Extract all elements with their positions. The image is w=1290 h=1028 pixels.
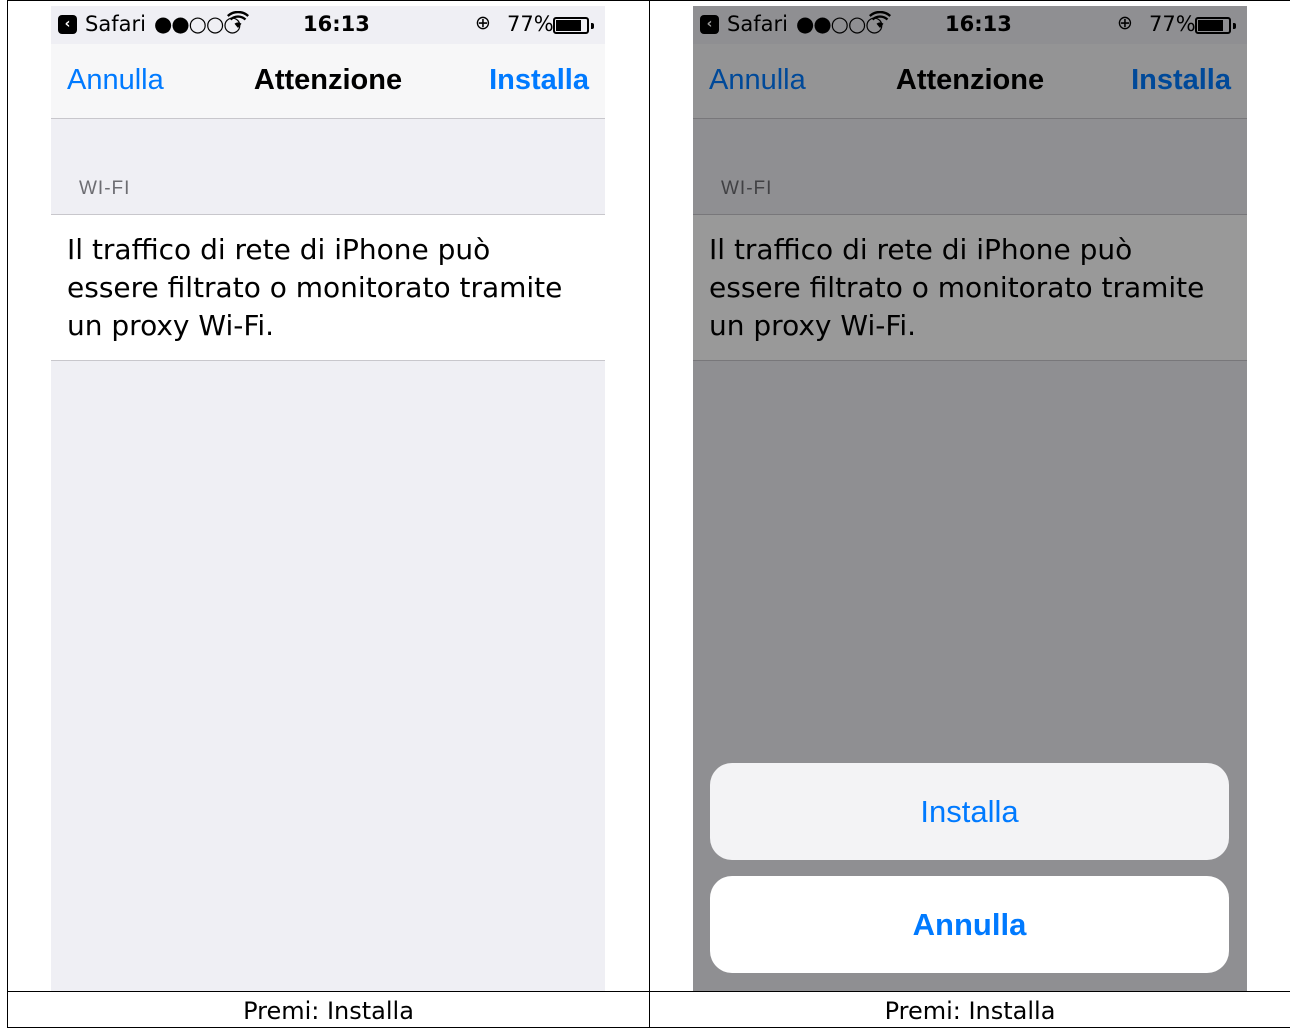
rotation-lock-icon: ⊕	[475, 12, 491, 34]
navigation-bar: Annulla Attenzione Installa	[51, 44, 605, 119]
caption-right: Premi: Installa	[884, 997, 1056, 1025]
action-cancel-label: Annulla	[912, 906, 1027, 942]
table-row-divider	[7, 991, 1290, 992]
wifi-icon	[226, 10, 250, 35]
iphone-screenshot-right: ‹ Safari ●●○○○ 16:13 ⊕ 77% Annulla Atten…	[693, 6, 1247, 991]
action-install-label: Installa	[920, 793, 1019, 829]
action-sheet-install-button[interactable]: Installa	[710, 763, 1229, 860]
status-bar: ‹ Safari ●●○○○ 16:13 ⊕ 77%	[51, 6, 605, 44]
clock: 16:13	[303, 12, 370, 36]
back-arrow-icon[interactable]: ‹	[58, 15, 77, 34]
battery-percent: 77%	[507, 12, 554, 36]
battery-tip	[591, 23, 594, 29]
document-table: ‹ Safari ●●○○○ 16:13 ⊕ 77% Annulla Atten…	[0, 0, 1290, 1028]
battery-fill	[556, 20, 581, 31]
battery-icon	[553, 17, 589, 34]
back-app-label[interactable]: Safari	[85, 12, 146, 36]
caption-left: Premi: Installa	[243, 997, 414, 1025]
section-header-wifi: WI-FI	[79, 178, 131, 199]
warning-text: Il traffico di rete di iPhone può essere…	[67, 233, 563, 342]
iphone-screenshot-left: ‹ Safari ●●○○○ 16:13 ⊕ 77% Annulla Atten…	[51, 6, 605, 991]
warning-cell: Il traffico di rete di iPhone può essere…	[51, 214, 605, 361]
install-button[interactable]: Installa	[489, 64, 589, 97]
action-sheet-cancel-button[interactable]: Annulla	[710, 876, 1229, 973]
